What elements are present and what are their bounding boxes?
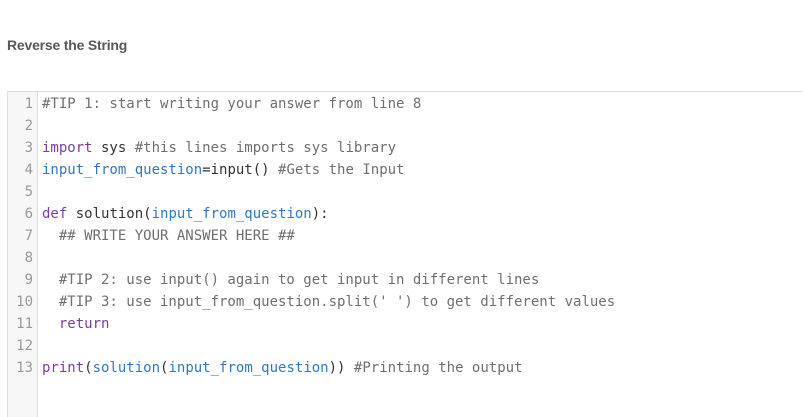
- code-text[interactable]: print(solution(input_from_question)) #Pr…: [42, 357, 523, 379]
- code-line[interactable]: 1 #TIP 1: start writing your answer from …: [8, 93, 803, 115]
- code-text[interactable]: #TIP 2: use input() again to get input i…: [42, 269, 539, 291]
- code-token: input_from_question: [42, 162, 203, 178]
- code-editor[interactable]: 1 #TIP 1: start writing your answer from …: [7, 91, 803, 417]
- code-token: def: [42, 206, 68, 222]
- code-token: import: [42, 140, 93, 156]
- code-line[interactable]: 12: [8, 335, 803, 357]
- code-line[interactable]: 2: [8, 115, 803, 137]
- code-token: input_from_question: [168, 360, 329, 376]
- code-token: solution: [92, 360, 161, 376]
- line-number: 5: [24, 184, 33, 200]
- line-number: 11: [16, 316, 33, 332]
- code-token: )): [328, 360, 354, 376]
- code-text[interactable]: #TIP 1: start writing your answer from l…: [42, 93, 421, 115]
- code-token: (): [252, 162, 279, 178]
- line-number: 12: [16, 338, 33, 354]
- line-number: 6: [24, 206, 33, 222]
- code-token: input_from_question: [151, 206, 312, 222]
- code-line[interactable]: 3 import sys #this lines imports sys libr…: [8, 137, 803, 159]
- code-text[interactable]: input_from_question=input() #Gets the In…: [42, 159, 404, 181]
- code-token: (: [84, 360, 93, 376]
- code-token: #Printing the output: [353, 360, 523, 376]
- code-line[interactable]: 9 #TIP 2: use input() again to get input…: [8, 269, 803, 291]
- line-number: 7: [24, 228, 33, 244]
- code-text[interactable]: #TIP 3: use input_from_question.split(' …: [42, 291, 615, 313]
- line-number: 1: [24, 96, 33, 112]
- code-text[interactable]: import sys #this lines imports sys libra…: [42, 137, 396, 159]
- code-token: #Gets the Input: [278, 162, 405, 178]
- code-line[interactable]: 7 ## WRITE YOUR ANSWER HERE ##: [8, 225, 803, 247]
- code-token: print: [42, 360, 85, 376]
- code-line[interactable]: 10 #TIP 3: use input_from_question.split…: [8, 291, 803, 313]
- code-line[interactable]: 8: [8, 247, 803, 269]
- line-number: 9: [24, 272, 33, 288]
- line-number: 4: [24, 162, 33, 178]
- code-line[interactable]: 6 def solution(input_from_question):: [8, 203, 803, 225]
- line-number: 2: [24, 118, 33, 134]
- code-token: solution(: [67, 206, 152, 222]
- code-token: #TIP 2: use input() again to get input i…: [42, 272, 540, 288]
- code-token: ## WRITE YOUR ANSWER HERE ##: [42, 228, 295, 244]
- code-token: input: [210, 162, 253, 178]
- code-line[interactable]: 5: [8, 181, 803, 203]
- line-number: 8: [24, 250, 33, 266]
- code-text[interactable]: def solution(input_from_question):: [42, 203, 329, 225]
- code-text[interactable]: ## WRITE YOUR ANSWER HERE ##: [42, 225, 295, 247]
- code-token: return: [58, 316, 110, 332]
- code-token: ):: [311, 206, 329, 222]
- code-token: #this lines imports sys library: [134, 140, 397, 156]
- code-token: #TIP 3: use input_from_question.split(' …: [42, 294, 616, 310]
- code-line[interactable]: 13 print(solution(input_from_question)) #…: [8, 357, 803, 379]
- line-number: 13: [16, 360, 33, 376]
- page-title: Reverse the String: [7, 37, 128, 53]
- line-number: 10: [16, 294, 33, 310]
- code-text[interactable]: return: [42, 313, 110, 335]
- code-line[interactable]: 11 return: [8, 313, 803, 335]
- code-token: =: [202, 162, 211, 178]
- code-token: #TIP 1: start writing your answer from l…: [42, 96, 422, 112]
- code-token: sys: [92, 140, 135, 156]
- line-number: 3: [24, 140, 33, 156]
- code-line[interactable]: 4 input_from_question=input() #Gets the I…: [8, 159, 803, 181]
